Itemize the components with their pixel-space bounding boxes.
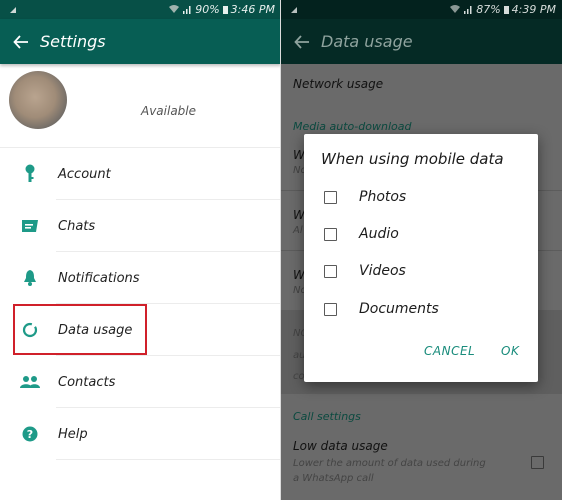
low-data-usage-subtitle-2: a WhatsApp call xyxy=(293,473,374,484)
settings-item-label: Chats xyxy=(58,218,96,234)
option-documents[interactable]: Documents xyxy=(324,301,439,317)
battery-percent: 87% xyxy=(476,3,501,16)
status-bar: 87% 4:39 PM xyxy=(281,0,562,19)
page-title: Settings xyxy=(40,32,106,51)
option-label: Documents xyxy=(359,301,439,317)
media-auto-download-dialog: When using mobile data Photos Audio Vide… xyxy=(304,134,538,382)
page-title: Data usage xyxy=(321,32,413,51)
low-data-usage-title[interactable]: Low data usage xyxy=(293,439,388,453)
low-data-usage-checkbox[interactable] xyxy=(531,456,544,469)
settings-screen: 90% 3:46 PM Settings Available Account C… xyxy=(0,0,281,500)
contacts-icon xyxy=(2,375,58,389)
bell-icon xyxy=(2,269,58,287)
checkbox-videos[interactable] xyxy=(324,264,337,278)
app-bar: Settings xyxy=(0,19,281,64)
ok-button[interactable]: OK xyxy=(501,344,519,358)
checkbox-documents[interactable] xyxy=(324,302,337,316)
media-auto-download-header: Media auto-download xyxy=(293,120,412,133)
checkbox-audio[interactable] xyxy=(324,227,337,241)
profile-row[interactable]: Available xyxy=(0,64,281,148)
svg-text:?: ? xyxy=(27,428,33,441)
network-usage-item[interactable]: Network usage xyxy=(293,77,383,91)
option-videos[interactable]: Videos xyxy=(324,263,406,279)
option-photos[interactable]: Photos xyxy=(324,189,406,205)
key-icon xyxy=(2,164,58,184)
settings-item-chats[interactable]: Chats xyxy=(0,200,281,252)
wifi-row-subtitle: Al xyxy=(293,225,303,236)
option-audio[interactable]: Audio xyxy=(324,226,399,242)
checkbox-photos[interactable] xyxy=(324,190,337,204)
settings-item-account[interactable]: Account xyxy=(0,148,281,200)
battery-icon xyxy=(503,5,509,14)
clock: 3:46 PM xyxy=(230,3,275,16)
notification-icon xyxy=(291,7,297,13)
dialog-title: When using mobile data xyxy=(321,150,504,168)
clock: 4:39 PM xyxy=(511,3,556,16)
settings-item-label: Help xyxy=(58,426,88,442)
option-label: Audio xyxy=(359,226,399,242)
low-data-usage-subtitle: Lower the amount of data used during xyxy=(293,458,486,469)
help-icon: ? xyxy=(2,426,58,442)
signal-icon xyxy=(183,6,191,14)
divider xyxy=(56,459,281,460)
settings-item-label: Notifications xyxy=(58,270,140,286)
option-label: Videos xyxy=(359,263,406,279)
settings-item-label: Contacts xyxy=(58,374,116,390)
highlight-annotation xyxy=(13,304,147,355)
signal-icon xyxy=(464,6,472,14)
wifi-icon xyxy=(169,5,180,13)
settings-item-notifications[interactable]: Notifications xyxy=(0,252,281,304)
avatar[interactable] xyxy=(9,71,67,129)
chat-icon xyxy=(2,219,58,233)
back-arrow-icon[interactable] xyxy=(293,33,311,51)
settings-item-label: Account xyxy=(58,166,111,182)
settings-item-contacts[interactable]: Contacts xyxy=(0,356,281,408)
status-bar: 90% 3:46 PM xyxy=(0,0,281,19)
battery-icon xyxy=(222,5,228,14)
settings-item-help[interactable]: ? Help xyxy=(0,408,281,460)
wifi-icon xyxy=(450,5,461,13)
call-settings-header: Call settings xyxy=(293,410,361,423)
battery-percent: 90% xyxy=(195,3,220,16)
profile-status: Available xyxy=(141,104,197,118)
app-bar: Data usage xyxy=(281,19,562,64)
note-line-3: co xyxy=(293,371,305,382)
option-label: Photos xyxy=(359,189,407,205)
cancel-button[interactable]: CANCEL xyxy=(424,344,475,358)
notification-icon xyxy=(10,7,16,13)
back-arrow-icon[interactable] xyxy=(12,33,30,51)
